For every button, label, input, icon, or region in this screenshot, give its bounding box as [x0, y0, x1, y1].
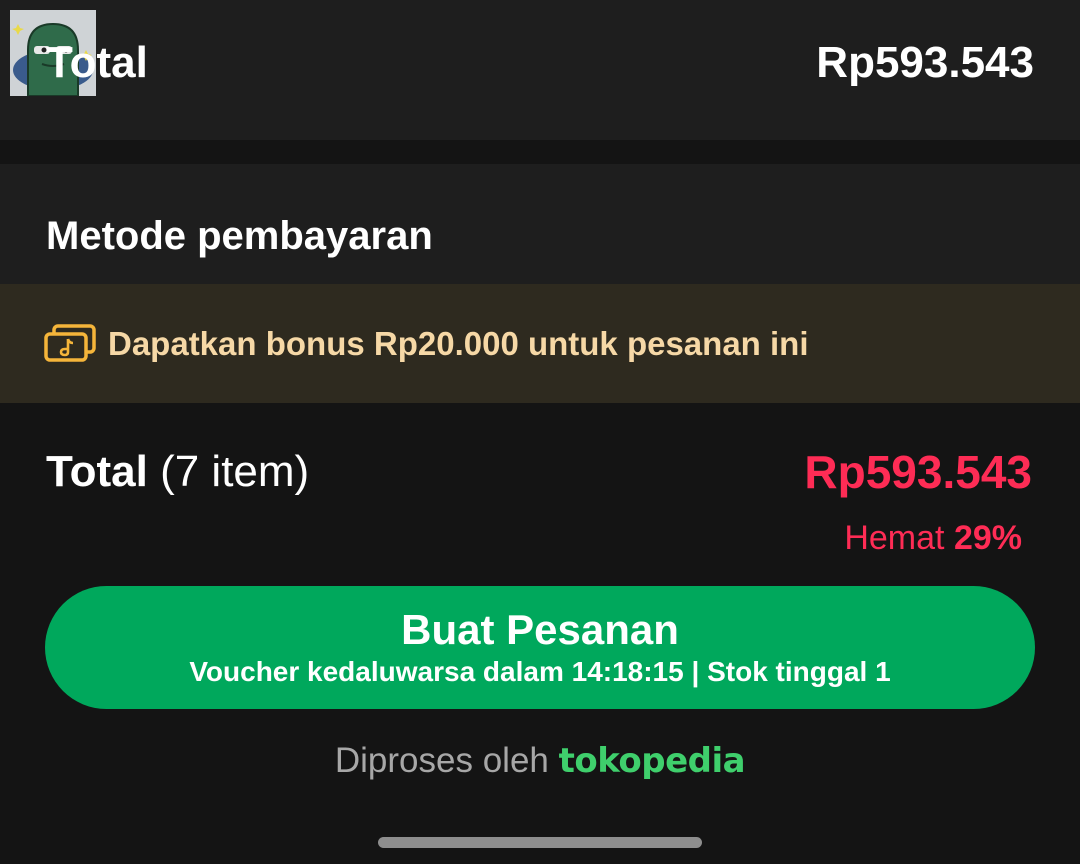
- savings-percent: 29%: [953, 519, 1022, 557]
- home-indicator[interactable]: [378, 837, 702, 848]
- item-count: (7 item): [160, 447, 310, 496]
- summary-total-price: Rp593.543: [804, 446, 1032, 498]
- section-divider: [0, 140, 1080, 164]
- savings-label: Hemat: [844, 519, 945, 557]
- top-total-value: Rp593.543: [816, 38, 1034, 87]
- bonus-text: Dapatkan bonus Rp20.000 untuk pesanan in…: [108, 325, 809, 362]
- place-order-button[interactable]: Buat Pesanan Voucher kedaluwarsa dalam 1…: [45, 586, 1035, 709]
- order-total-bar: Total Rp593.543: [0, 0, 1080, 140]
- bonus-banner[interactable]: Dapatkan bonus Rp20.000 untuk pesanan in…: [0, 284, 1080, 403]
- tiktok-coupon-icon: [44, 324, 98, 364]
- processed-by-label: Diproses oleh: [334, 741, 549, 780]
- place-order-label: Buat Pesanan: [401, 605, 679, 653]
- top-total-label: Total: [46, 38, 148, 87]
- voucher-countdown-text: Voucher kedaluwarsa dalam 14:18:15 | Sto…: [189, 655, 891, 687]
- savings-badge: Hemat 29%: [844, 519, 1022, 558]
- order-summary: Total (7 item) Rp593.543 Hemat 29% Buat …: [0, 403, 1080, 864]
- checkout-screen: Total Rp593.543 Metode pembayaran Dapatk…: [0, 0, 1080, 864]
- summary-total-label: Total (7 item): [46, 447, 309, 497]
- processed-by: Diproses oleh tokopedia: [0, 741, 1080, 781]
- tokopedia-logo: tokopedia: [558, 741, 746, 781]
- payment-method-section[interactable]: Metode pembayaran: [0, 164, 1080, 284]
- payment-method-title: Metode pembayaran: [46, 214, 433, 258]
- summary-label: Total: [46, 447, 148, 496]
